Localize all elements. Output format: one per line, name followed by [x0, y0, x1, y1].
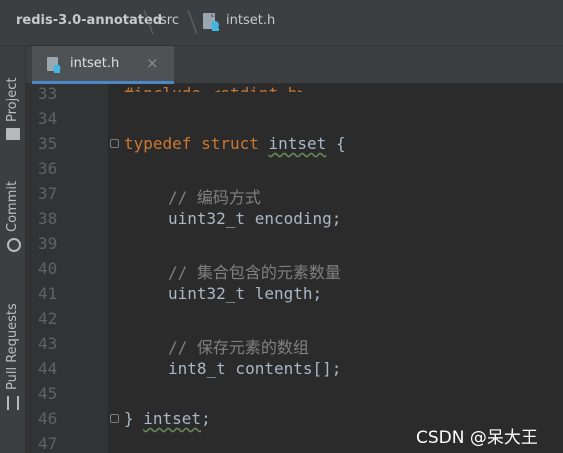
- close-tab-icon[interactable]: ×: [146, 54, 159, 72]
- keyword: struct: [201, 134, 259, 153]
- code-line-46: } intset;: [124, 409, 211, 428]
- include-directive: #include <stdint.h>: [124, 84, 307, 92]
- tool-window-strip: Project Commit Pull Requests: [0, 46, 26, 453]
- editor-tab-intset[interactable]: intset.h ×: [32, 46, 174, 84]
- tool-tab-commit[interactable]: Commit: [0, 166, 26, 256]
- header-file-icon: [46, 56, 62, 74]
- fold-marker-icon[interactable]: [110, 414, 119, 423]
- tool-tab-commit-label: Commit: [5, 180, 20, 232]
- code-line-43: // 保存元素的数组: [168, 334, 309, 358]
- line-number: 41: [38, 284, 58, 303]
- field-declaration: uint32_t encoding;: [168, 209, 342, 228]
- folder-icon: [6, 128, 20, 140]
- editor-tab-bar: intset.h ×: [26, 46, 563, 84]
- comment: // 集合包含的元素数量: [168, 263, 341, 282]
- line-number: 37: [38, 184, 58, 203]
- line-number: 46: [38, 409, 58, 428]
- tool-tab-project[interactable]: Project: [0, 56, 26, 148]
- breadcrumb: redis-3.0-annotated src intset.h: [0, 0, 563, 46]
- fold-marker-icon[interactable]: [110, 139, 119, 148]
- watermark: CSDN @呆大王: [416, 428, 538, 448]
- tool-tab-pull-requests[interactable]: Pull Requests: [0, 286, 26, 416]
- line-number: 43: [38, 334, 58, 353]
- tool-tab-project-label: Project: [5, 77, 20, 122]
- line-number: 45: [38, 384, 58, 403]
- code-line-40: // 集合包含的元素数量: [168, 259, 341, 283]
- breadcrumb-file[interactable]: intset.h: [226, 13, 275, 28]
- commit-icon: [7, 238, 21, 252]
- breadcrumb-folder[interactable]: src: [160, 13, 179, 28]
- line-number: 38: [38, 209, 58, 228]
- struct-name: intset: [268, 134, 327, 153]
- line-number: 44: [38, 359, 58, 378]
- line-number: 39: [38, 234, 58, 253]
- code-line-33: #include <stdint.h>: [124, 84, 307, 92]
- tool-tab-pull-requests-label: Pull Requests: [5, 303, 20, 390]
- pull-request-icon: [7, 396, 19, 410]
- code-line-44: int8_t contents[];: [168, 359, 341, 378]
- code-editor[interactable]: [108, 46, 563, 453]
- code-line-35: typedef struct intset {: [124, 134, 346, 153]
- header-file-icon: [202, 12, 220, 32]
- editor-tab-label: intset.h: [70, 56, 120, 71]
- code-line-37: // 编码方式: [168, 184, 261, 208]
- code-line-41: uint32_t length;: [168, 284, 322, 303]
- line-number: 47: [38, 434, 58, 453]
- line-number: 42: [38, 309, 58, 328]
- code-text: ;: [201, 409, 211, 428]
- code-text: }: [124, 409, 144, 428]
- code-text: {: [326, 134, 346, 153]
- line-number: 35: [38, 134, 58, 153]
- line-number: 40: [38, 259, 58, 278]
- field-declaration: uint32_t length;: [168, 284, 323, 303]
- code-line-38: uint32_t encoding;: [168, 209, 341, 228]
- field-declaration: int8_t contents[];: [168, 359, 342, 378]
- comment: // 保存元素的数组: [168, 338, 309, 357]
- typedef-name: intset: [143, 409, 202, 428]
- comment: // 编码方式: [168, 188, 261, 207]
- line-number: 33: [38, 84, 58, 103]
- line-number: 36: [38, 159, 58, 178]
- keyword: typedef: [124, 134, 192, 153]
- line-number: 34: [38, 109, 58, 128]
